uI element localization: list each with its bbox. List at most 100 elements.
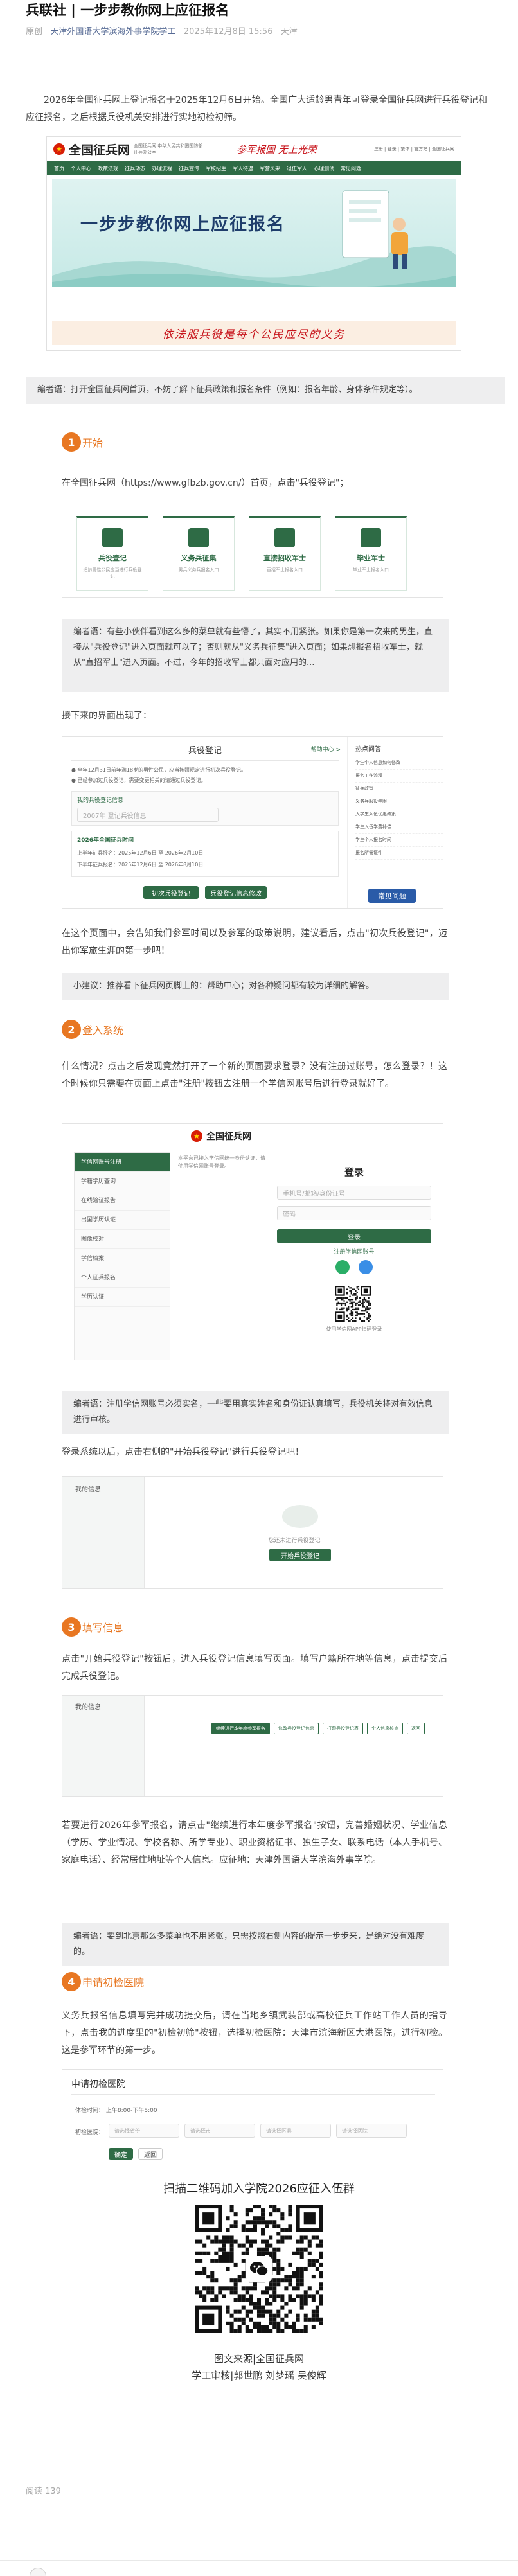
banner-image: ★ 全国征兵网 全国征兵网 中华人民共和国国防部征兵办公室 参军报国 无上光荣 … — [46, 136, 461, 351]
action-button-3[interactable]: 个人信息核查 — [367, 1723, 403, 1734]
registration-year-field[interactable]: 2007年 登记兵役信息 — [77, 808, 219, 822]
nav-item-2[interactable]: 政策法规 — [98, 165, 118, 172]
site-slogan: 全国征兵网 中华人民共和国国防部征兵办公室 — [134, 143, 203, 155]
login-button[interactable]: 登录 — [277, 1229, 431, 1243]
section-1-label: 开始 — [82, 437, 103, 449]
bottom-avatar-icon[interactable] — [30, 2568, 46, 2576]
wechat-login-icon[interactable] — [335, 1260, 350, 1274]
register-link[interactable]: 注册学信网账号 — [277, 1247, 431, 1256]
entry-card-3[interactable]: 毕业军士 毕业军士报名入口 — [335, 516, 407, 591]
entry-card-2[interactable]: 直接招收军士 直招军士报名入口 — [249, 516, 321, 591]
site-logo-text: 全国征兵网 — [69, 143, 130, 157]
login-notice: 本平台已接入学信网统一身份认证，请使用学信网账号登录。 — [178, 1155, 265, 1169]
help-center-link[interactable]: 帮助中心 > — [311, 745, 341, 753]
article-page: 兵联社 | 一步步教你网上应征报名 原创 天津外国语大学滨海外事学院学工 202… — [0, 0, 518, 2576]
sidebar-item[interactable]: 我的信息 — [69, 1483, 138, 1497]
paragraph-8: 义务兵报名信息填写完并成功提交后，请在当地乡镇武装部或高校征兵工作站工作人员的指… — [62, 2011, 447, 2056]
hot-qa-item[interactable]: 学生入伍学费补偿 — [355, 821, 443, 834]
sidebar-item[interactable]: 学信档案 — [75, 1249, 170, 1268]
read-count: 阅读 139 — [26, 2487, 61, 2496]
hot-qa-item[interactable]: 报名所需证件 — [355, 847, 443, 860]
username-input[interactable]: 手机号/邮箱/身份证号 — [277, 1186, 431, 1200]
sidebar-item[interactable]: 我的信息 — [69, 1701, 138, 1715]
recruit-time-line: 上半年征兵报名：2025年12月6日 至 2026年2月10日 — [77, 850, 204, 856]
nav-item-1[interactable]: 个人中心 — [71, 165, 91, 172]
paragraph-1: 在全国征兵网（https://www.gfbzb.gov.cn/）首页，点击"兵… — [62, 478, 349, 488]
recruit-time-line: 下半年征兵报名：2025年12月6日 至 2026年8月10日 — [77, 862, 204, 867]
nav-item-9[interactable]: 退伍军人 — [287, 165, 307, 172]
sidebar-item[interactable]: 学信网账号注册 — [75, 1153, 170, 1172]
action-button-4[interactable]: 返回 — [407, 1723, 425, 1734]
hot-qa-item[interactable]: 报名工作流程 — [355, 770, 443, 783]
action-button-1[interactable]: 修改兵役登记信息 — [274, 1723, 319, 1734]
editor-note-2: 编者语：有些小伙伴看到这么多的菜单就有些懵了，其实不用紧张。如果你是第一次来的男… — [62, 619, 449, 692]
entry-card-label: 兵役登记 — [98, 554, 127, 562]
login-title: 登录 — [344, 1166, 364, 1178]
qq-login-icon[interactable] — [359, 1260, 373, 1274]
hot-qa-item[interactable]: 学生个人报名时间 — [355, 834, 443, 847]
modify-registration-button[interactable]: 兵役登记信息修改 — [205, 886, 267, 899]
screenshot-login-page: ★ 全国征兵网 学信网账号注册 学籍学历查询 在线验证报告 出国学历认证 图像校对 学信档… — [62, 1123, 443, 1367]
nav-item-6[interactable]: 军校招生 — [206, 165, 226, 172]
hospital-select-3[interactable]: 请选择医院 — [336, 2124, 407, 2138]
sidebar-item[interactable]: 在线验证报告 — [75, 1191, 170, 1211]
sidebar-item[interactable]: 学籍学历查询 — [75, 1172, 170, 1191]
article-title: 兵联社 | 一步步教你网上应征报名 — [26, 3, 229, 18]
nav-item-0[interactable]: 首页 — [54, 165, 64, 172]
section-1-number: 1 — [62, 432, 81, 452]
section-1-heading: 1 开始 — [62, 432, 103, 452]
site-nav: 首页 个人中心 政策法规 征兵动态 办理流程 征兵宣传 军校招生 军人待遇 军营风采 退伍军人 心理… — [47, 161, 461, 175]
action-button-2[interactable]: 打印兵役登记表 — [323, 1723, 363, 1734]
group-qr-code[interactable] — [195, 2205, 323, 2333]
sidebar-item[interactable]: 出国学历认证 — [75, 1211, 170, 1230]
screenshot-registration-complete: 我的信息兵役登记义务兵报名直招军士报名我的进度退伍军士报名 继续进行本年度参军报… — [62, 1695, 443, 1797]
hospital-select-0[interactable]: 请选择省份 — [109, 2124, 179, 2138]
password-input[interactable]: 密码 — [277, 1206, 431, 1220]
login-qr-code[interactable] — [335, 1286, 371, 1322]
action-button-0[interactable]: 继续进行本年度参军报名 — [211, 1723, 270, 1734]
login-star-emblem-icon: ★ — [191, 1130, 202, 1142]
nav-item-7[interactable]: 军人待遇 — [233, 165, 253, 172]
my-registration-title: 我的兵役登记信息 — [77, 797, 124, 804]
hospital-select-1[interactable]: 请选择市 — [184, 2124, 255, 2138]
section-2-heading: 2 登入系统 — [62, 1019, 123, 1040]
sidebar-item[interactable]: 图像校对 — [75, 1230, 170, 1249]
original-tag: 原创 — [26, 27, 43, 37]
first-registration-button[interactable]: 初次兵役登记 — [143, 886, 199, 899]
account-name-link[interactable]: 天津外国语大学滨海外事学院学工 — [50, 27, 175, 37]
info-line: ● 全年12月31日前年满18岁的男性公民，应当按照规定进行初次兵役登记。 — [71, 767, 247, 773]
editors-credit: 学工审核|郭世鹏 刘梦瑶 吴俊辉 — [192, 2370, 326, 2381]
hot-qa-item[interactable]: 学生个人信息如何修改 — [355, 757, 443, 770]
nav-item-8[interactable]: 军营风采 — [260, 165, 280, 172]
sidebar-item[interactable]: 学历认证 — [75, 1288, 170, 1307]
recruit-time-title: 2026年全国征兵时间 — [77, 837, 134, 844]
start-registration-button[interactable]: 开始兵役登记 — [269, 1549, 331, 1561]
top-links[interactable]: 注册 | 登录 | 繁体 | 官方站 | 全国征兵网 — [374, 146, 454, 152]
paragraph-4: 什么情况？点击之后发现竟然打开了一个新的页面要求登录？没有注册过账号，怎么登录？… — [62, 1061, 447, 1089]
hospital-select-2[interactable]: 请选择区县 — [260, 2124, 331, 2138]
hot-qa-item[interactable]: 征兵政策 — [355, 783, 443, 795]
hot-qa-item[interactable]: 大学生入伍优惠政策 — [355, 808, 443, 821]
nav-item-5[interactable]: 征兵宣传 — [179, 165, 199, 172]
sidebar-item[interactable]: 个人征兵报名 — [75, 1268, 170, 1288]
nav-item-4[interactable]: 办理流程 — [152, 165, 172, 172]
nav-item-11[interactable]: 常见问题 — [341, 165, 361, 172]
back-button[interactable]: 返回 — [138, 2148, 163, 2160]
entry-card-0[interactable]: 兵役登记 适龄男性公民应当进行兵役登记 — [76, 516, 148, 591]
hospital-label: 初检医院： — [75, 2129, 105, 2136]
faq-button[interactable]: 常见问题 — [368, 889, 416, 903]
bottom-slogan-banner: 依法服兵役是每个公民应尽的义务 — [52, 321, 456, 345]
paragraph-6: 点击"开始兵役登记"按钮后，进入兵役登记信息填写页面。填写户籍所在地等信息，点击… — [62, 1654, 447, 1682]
hot-qa-item[interactable]: 义务兵服役年限 — [355, 795, 443, 808]
nav-item-3[interactable]: 征兵动态 — [125, 165, 145, 172]
exam-time-value: 上午8:00-下午5:00 — [105, 2108, 157, 2114]
registration-heading: 兵役登记 — [188, 746, 222, 756]
entry-card-1[interactable]: 义务兵征集 男兵义务兵报名入口 — [163, 516, 235, 591]
nav-item-10[interactable]: 心理测试 — [314, 165, 334, 172]
entry-card-label: 义务兵征集 — [181, 554, 217, 562]
paragraph-2: 接下来的界面出现了： — [62, 711, 152, 721]
tip-note: 小建议：推荐看下征兵网页脚上的：帮助中心；对各种疑问都有较为详细的解答。 — [62, 973, 449, 1000]
confirm-hospital-button[interactable]: 确定 — [109, 2148, 133, 2160]
bottom-slogan-text: 依法服兵役是每个公民应尽的义务 — [162, 328, 346, 341]
editor-note-3: 编者语：注册学信网账号必须实名，一些要用真实姓名和身份证认真填写，兵役机关将对有… — [62, 1391, 449, 1434]
